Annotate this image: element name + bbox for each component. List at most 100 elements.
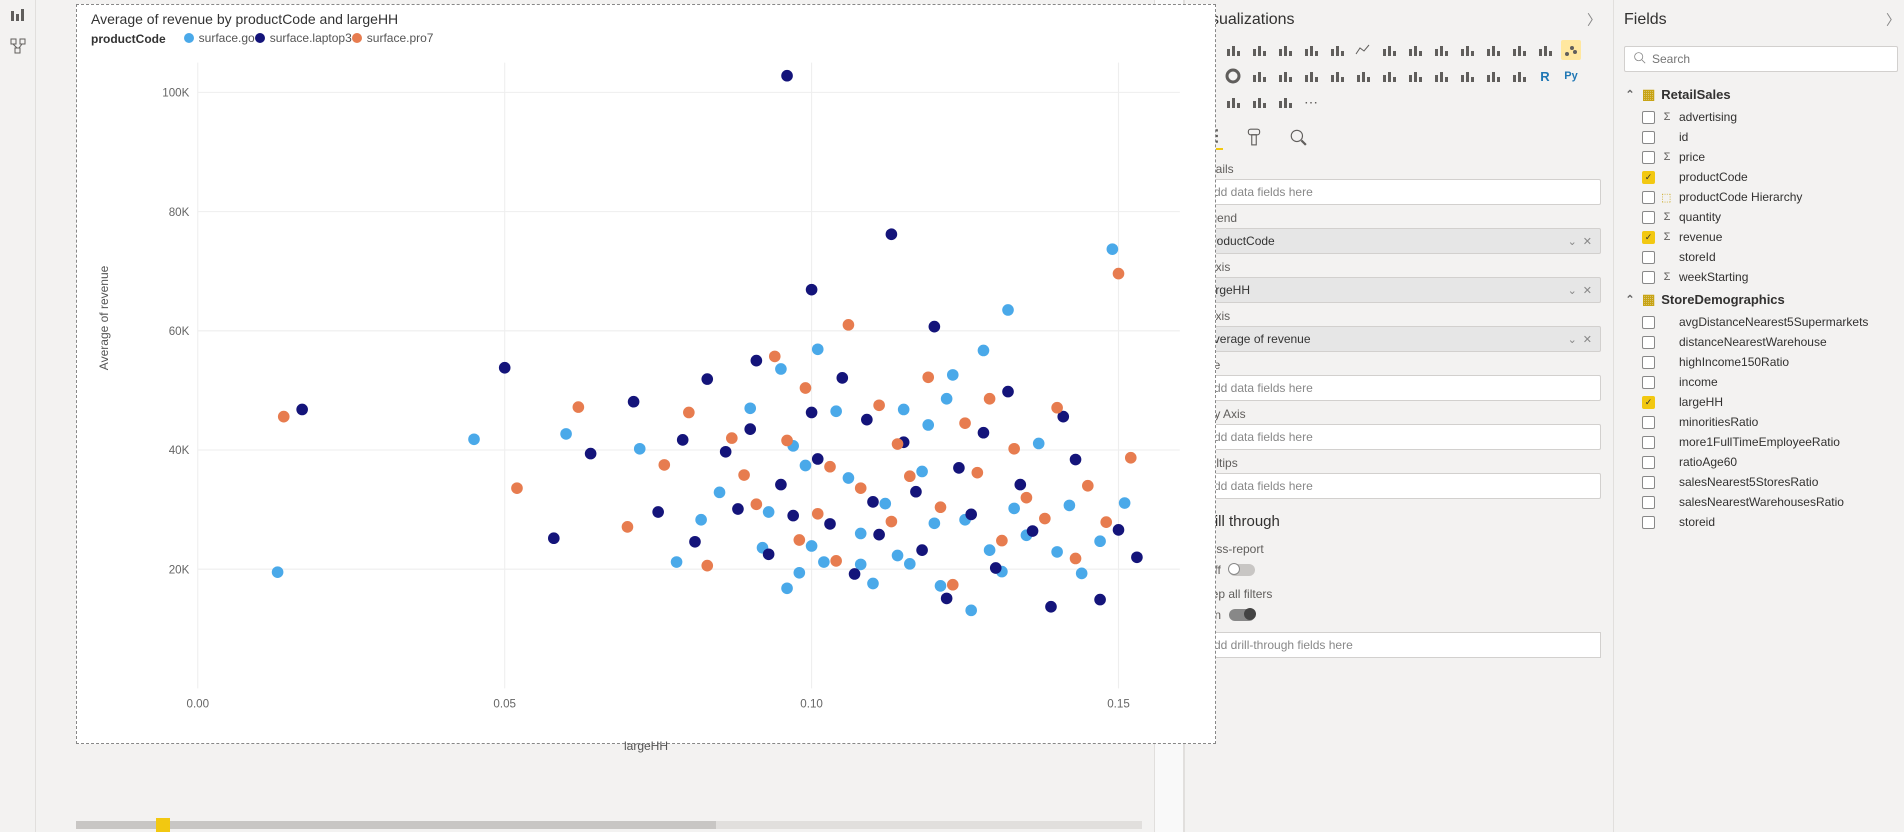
viz-matrix-icon[interactable]: [1509, 66, 1529, 86]
field-checkbox[interactable]: [1642, 396, 1655, 409]
viz-column-clustered-icon[interactable]: [1301, 40, 1321, 60]
data-point[interactable]: [775, 479, 787, 491]
keep-filters-toggle[interactable]: [1229, 609, 1255, 621]
data-point[interactable]: [800, 460, 812, 472]
data-point[interactable]: [984, 393, 996, 405]
data-point[interactable]: [769, 351, 781, 363]
data-point[interactable]: [886, 516, 898, 528]
data-point[interactable]: [916, 544, 928, 556]
data-point[interactable]: [677, 434, 689, 446]
data-point[interactable]: [873, 529, 885, 541]
data-point[interactable]: [867, 578, 879, 590]
well-tooltips[interactable]: Add data fields here: [1197, 473, 1601, 499]
field-storeid[interactable]: storeid: [1624, 512, 1900, 532]
cross-report-toggle[interactable]: [1229, 564, 1255, 576]
data-point[interactable]: [959, 417, 971, 429]
data-point[interactable]: [806, 407, 818, 419]
data-point[interactable]: [560, 428, 572, 440]
report-view-icon[interactable]: [10, 8, 26, 24]
data-point[interactable]: [824, 518, 836, 530]
data-point[interactable]: [929, 517, 941, 529]
legend-item[interactable]: surface.go: [184, 31, 255, 45]
data-point[interactable]: [634, 443, 646, 455]
data-point[interactable]: [1119, 497, 1131, 509]
data-point[interactable]: [873, 399, 885, 411]
data-point[interactable]: [800, 382, 812, 394]
field-checkbox[interactable]: [1642, 251, 1655, 264]
data-point[interactable]: [812, 343, 824, 355]
data-point[interactable]: [984, 544, 996, 556]
viz-map-icon[interactable]: [1275, 66, 1295, 86]
data-point[interactable]: [781, 582, 793, 594]
data-point[interactable]: [941, 393, 953, 405]
field-income[interactable]: income: [1624, 372, 1900, 392]
data-point[interactable]: [701, 560, 713, 572]
viz-multi-card-icon[interactable]: [1405, 66, 1425, 86]
data-point[interactable]: [1094, 594, 1106, 606]
data-point[interactable]: [1002, 386, 1014, 398]
data-point[interactable]: [732, 503, 744, 515]
legend-item[interactable]: surface.laptop3: [255, 31, 352, 45]
viz-bar-clustered-icon[interactable]: [1223, 40, 1243, 60]
data-point[interactable]: [585, 448, 597, 460]
field-largeHH[interactable]: largeHH: [1624, 392, 1900, 412]
field-checkbox[interactable]: [1642, 376, 1655, 389]
viz-filled-map-icon[interactable]: [1301, 66, 1321, 86]
viz-ribbon-icon[interactable]: [1483, 40, 1503, 60]
data-point[interactable]: [818, 556, 830, 568]
data-point[interactable]: [941, 593, 953, 605]
field-checkbox[interactable]: [1642, 336, 1655, 349]
viz-funnel-icon[interactable]: [1535, 40, 1555, 60]
data-point[interactable]: [622, 521, 634, 533]
data-point[interactable]: [751, 355, 763, 367]
data-point[interactable]: [1027, 525, 1039, 537]
data-point[interactable]: [922, 419, 934, 431]
viz-r-icon[interactable]: R: [1535, 66, 1555, 86]
data-point[interactable]: [689, 536, 701, 548]
well-details[interactable]: Add data fields here: [1197, 179, 1601, 205]
data-point[interactable]: [794, 534, 806, 546]
field-checkbox[interactable]: [1642, 416, 1655, 429]
field-checkbox[interactable]: [1642, 476, 1655, 489]
collapse-icon[interactable]: ⌃: [1624, 88, 1636, 101]
data-point[interactable]: [671, 556, 683, 568]
remove-field-icon[interactable]: ✕: [1583, 284, 1592, 297]
data-point[interactable]: [499, 362, 511, 374]
data-point[interactable]: [272, 566, 284, 578]
viz-bar-100-icon[interactable]: [1249, 40, 1269, 60]
viz-shape-map-icon[interactable]: [1327, 66, 1347, 86]
data-point[interactable]: [695, 514, 707, 526]
data-point[interactable]: [812, 508, 824, 520]
field-price[interactable]: Σ price: [1624, 147, 1900, 167]
data-point[interactable]: [836, 372, 848, 384]
legend-item[interactable]: surface.pro7: [352, 31, 434, 45]
well-xaxis[interactable]: largeHH ⌄✕: [1197, 277, 1601, 303]
chevron-down-icon[interactable]: ⌄: [1568, 235, 1577, 248]
viz-area-icon[interactable]: [1379, 40, 1399, 60]
field-checkbox[interactable]: [1642, 456, 1655, 469]
data-point[interactable]: [296, 404, 308, 416]
field-quantity[interactable]: Σ quantity: [1624, 207, 1900, 227]
data-point[interactable]: [548, 532, 560, 544]
data-point[interactable]: [830, 555, 842, 567]
field-ratioAge60[interactable]: ratioAge60: [1624, 452, 1900, 472]
data-point[interactable]: [1039, 513, 1051, 525]
field-checkbox[interactable]: [1642, 316, 1655, 329]
data-point[interactable]: [867, 496, 879, 508]
data-point[interactable]: [965, 509, 977, 521]
field-checkbox[interactable]: [1642, 111, 1655, 124]
collapse-fields-icon[interactable]: 〉: [1886, 10, 1900, 30]
chevron-down-icon[interactable]: ⌄: [1568, 284, 1577, 297]
data-point[interactable]: [855, 559, 867, 571]
data-point[interactable]: [806, 284, 818, 296]
data-point[interactable]: [947, 369, 959, 381]
data-point[interactable]: [763, 548, 775, 560]
data-point[interactable]: [1033, 438, 1045, 450]
well-play[interactable]: Add data fields here: [1197, 424, 1601, 450]
field-checkbox[interactable]: [1642, 516, 1655, 529]
data-point[interactable]: [904, 558, 916, 570]
data-point[interactable]: [658, 459, 670, 471]
data-point[interactable]: [996, 535, 1008, 547]
data-point[interactable]: [1070, 553, 1082, 565]
data-point[interactable]: [1021, 492, 1033, 504]
